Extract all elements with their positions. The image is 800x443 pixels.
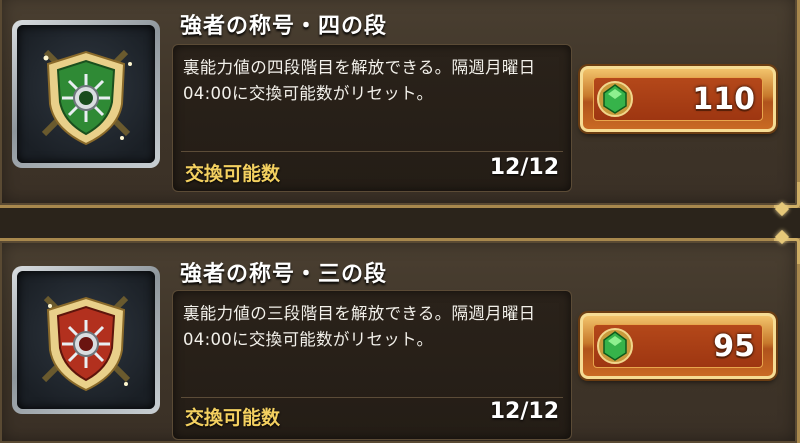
green-shield-emblem-icon (17, 25, 155, 163)
divider (181, 397, 563, 398)
green-gem-icon (595, 326, 635, 370)
exchange-count-value: 12/12 (489, 399, 559, 424)
item-description-box: 裏能力値の三段階目を解放できる。隔週月曜日04:00に交換可能数がリセット。 交… (172, 290, 572, 440)
exchange-button[interactable]: 95 (580, 313, 776, 379)
item-title: 強者の称号・三の段 (180, 262, 388, 287)
item-title: 強者の称号・四の段 (180, 14, 388, 39)
item-description: 裏能力値の三段階目を解放できる。隔週月曜日04:00に交換可能数がリセット。 (183, 304, 536, 349)
frame-corner (774, 238, 800, 264)
price-value: 110 (692, 82, 755, 117)
divider (181, 151, 563, 152)
exchange-count-value: 12/12 (489, 155, 559, 180)
red-shield-emblem-icon (17, 271, 155, 409)
item-icon-frame[interactable] (12, 266, 160, 414)
item-description-box: 裏能力値の四段階目を解放できる。隔週月曜日04:00に交換可能数がリセット。 交… (172, 44, 572, 192)
green-gem-icon (595, 79, 635, 123)
exchange-button[interactable]: 110 (580, 66, 776, 132)
exchange-count-label: 交換可能数 (185, 407, 281, 429)
exchange-count-label: 交換可能数 (185, 163, 281, 185)
item-icon-frame[interactable] (12, 20, 160, 168)
item-description: 裏能力値の四段階目を解放できる。隔週月曜日04:00に交換可能数がリセット。 (183, 58, 536, 103)
price-value: 95 (713, 329, 755, 364)
